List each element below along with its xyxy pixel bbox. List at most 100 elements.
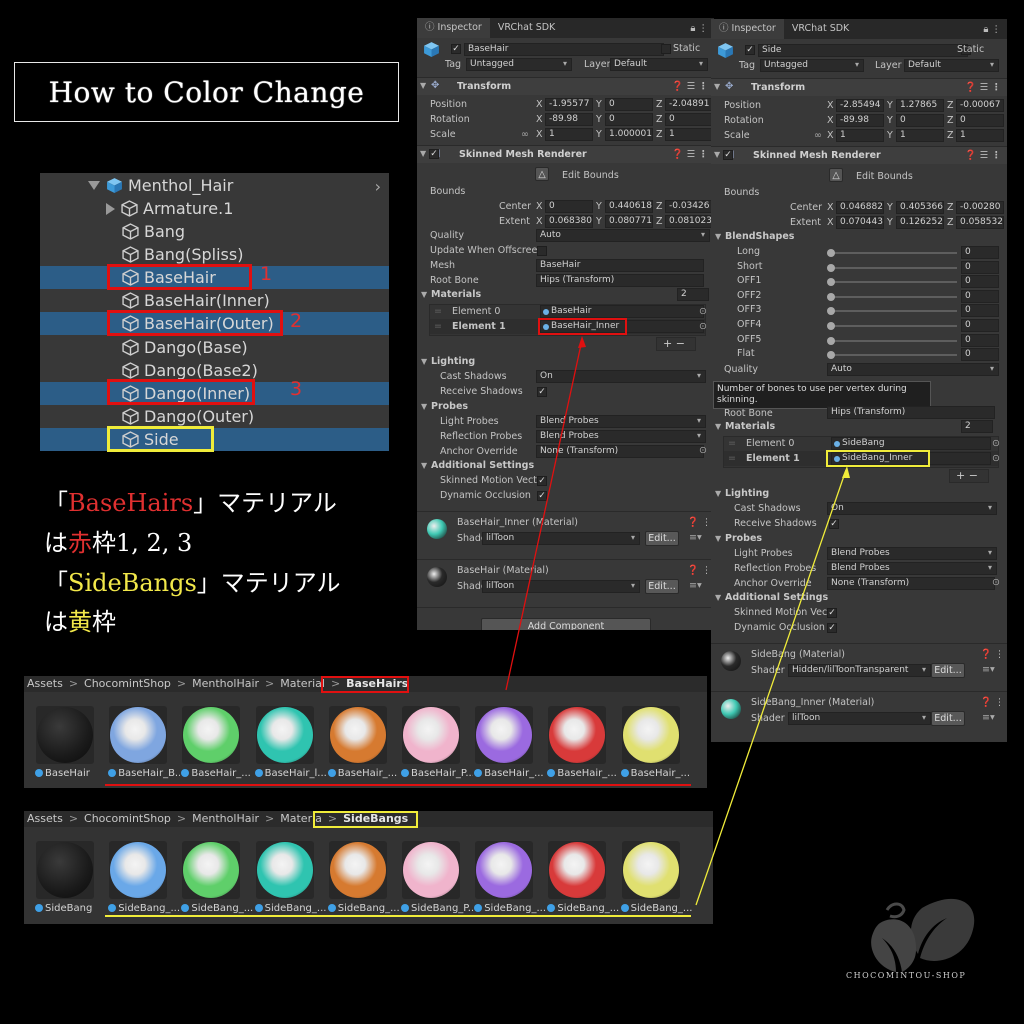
reflection-probes-dropdown[interactable]: Blend Probes (827, 562, 997, 575)
breadcrumb-item[interactable]: Material (280, 677, 325, 690)
vector-y-field[interactable]: 0 (896, 114, 944, 127)
material-asset-label[interactable]: SideBang_... (620, 903, 693, 914)
root-bone-field[interactable]: Hips (Transform) (827, 406, 995, 419)
help-icon[interactable]: ❓ ⋮ (980, 697, 1004, 708)
blendshape-value-field[interactable]: 0 (961, 289, 999, 303)
list-dropdown-icon[interactable]: ≡▾ (689, 580, 702, 591)
material-asset-label[interactable]: BaseHair (35, 768, 107, 779)
vector-y-field[interactable]: 0.440618 (605, 200, 653, 213)
layer-dropdown[interactable]: Default (904, 59, 999, 72)
list-dropdown-icon[interactable]: ≡▾ (982, 712, 995, 723)
drag-handle-icon[interactable]: = (728, 438, 736, 449)
quality-dropdown[interactable]: Auto (827, 363, 999, 376)
dropdown-arrow-icon[interactable]: ▾ (697, 416, 701, 425)
reflection-probes-dropdown[interactable]: Blend Probes (536, 430, 706, 443)
light-probes-dropdown[interactable]: Blend Probes (536, 415, 706, 428)
object-name-field[interactable]: BaseHair (464, 43, 664, 56)
dropdown-arrow-icon[interactable]: ▾ (563, 59, 567, 68)
object-picker-icon[interactable]: ⊙ (992, 577, 1000, 588)
vector-y-field[interactable]: 0.080771 (605, 215, 653, 228)
material-asset-label[interactable]: BaseHair_l... (254, 768, 327, 779)
vector-y-field[interactable]: 1.27865 (896, 99, 944, 112)
vector-z-field[interactable]: -0.00067 (956, 99, 1004, 112)
hierarchy-item[interactable]: Bang(Spliss) (40, 243, 389, 266)
skinned-motion-checkbox[interactable]: ✓ (827, 608, 837, 618)
material-asset-label[interactable]: SideBang_... (108, 903, 180, 914)
blendshape-slider-knob[interactable] (827, 249, 835, 257)
hierarchy-item[interactable]: Dango(Outer) (40, 405, 389, 428)
material-asset-label[interactable]: BaseHair_... (474, 768, 546, 779)
vector-y-field[interactable]: 0 (605, 113, 653, 126)
vector-z-field[interactable]: 0.058532 (956, 216, 1004, 229)
material-asset-label[interactable]: SideBang_P... (401, 903, 473, 914)
dropdown-arrow-icon[interactable]: ▾ (990, 364, 994, 373)
shader-edit-button[interactable]: Edit... (931, 663, 965, 678)
materials-count-field[interactable]: 2 (677, 288, 709, 301)
cast-shadows-dropdown[interactable]: On (536, 370, 706, 383)
material-asset-tile[interactable] (621, 841, 680, 899)
tag-dropdown[interactable]: Untagged (466, 58, 572, 71)
help-icon[interactable]: ❓ ⋮ (687, 565, 711, 576)
dropdown-arrow-icon[interactable]: ▾ (855, 60, 859, 69)
blendshape-value-field[interactable]: 0 (961, 275, 999, 289)
tab-vrchat-sdk[interactable]: VRChat SDK (490, 18, 563, 38)
dropdown-arrow-icon[interactable]: ▾ (990, 60, 994, 69)
quality-dropdown[interactable]: Auto (536, 229, 710, 242)
vector-z-field[interactable]: -0.00280 (956, 201, 1004, 214)
add-component-button[interactable]: Add Component (481, 618, 651, 630)
foldout-arrow-icon[interactable]: ▼ (420, 149, 426, 158)
shader-dropdown[interactable]: lilToon (482, 532, 640, 545)
blendshape-slider-knob[interactable] (827, 307, 835, 316)
foldout-arrow-icon[interactable]: ▼ (420, 81, 426, 90)
vector-y-field[interactable]: 0.405366 (896, 201, 944, 214)
breadcrumb-item[interactable]: MentholHair (192, 812, 259, 825)
anchor-override-field[interactable]: None (Transform) (827, 577, 995, 590)
hierarchy-item[interactable]: Armature.1 (40, 197, 389, 220)
object-picker-icon[interactable]: ⊙ (699, 445, 707, 456)
foldout-arrow-icon[interactable]: ▼ (715, 232, 721, 241)
list-dropdown-icon[interactable]: ≡▾ (689, 532, 702, 543)
vector-z-field[interactable]: 0 (956, 114, 1004, 127)
hierarchy-item[interactable]: Dango(Base) (40, 336, 389, 359)
dropdown-arrow-icon[interactable]: ▾ (988, 503, 992, 512)
dropdown-arrow-icon[interactable]: ▾ (922, 713, 926, 722)
material-asset-label[interactable]: BaseHair_... (620, 768, 693, 779)
shader-dropdown[interactable]: Hidden/lilToonTransparent (788, 664, 931, 677)
material-asset-tile[interactable] (255, 841, 314, 899)
link-icon[interactable]: ∞ (814, 130, 822, 141)
active-checkbox[interactable]: ✓ (745, 45, 755, 55)
object-picker-icon[interactable]: ⊙ (992, 453, 1000, 464)
hierarchy-item[interactable]: Menthol_Hair (40, 174, 389, 197)
vector-x-field[interactable]: -89.98 (836, 114, 884, 127)
material-asset-label[interactable]: BaseHair_... (547, 768, 619, 779)
object-picker-icon[interactable]: ⊙ (699, 306, 707, 317)
blendshape-slider-knob[interactable] (827, 336, 835, 345)
foldout-arrow-icon[interactable]: ▼ (421, 290, 427, 299)
foldout-arrow-icon[interactable]: ▼ (715, 534, 721, 543)
shader-edit-button[interactable]: Edit... (931, 711, 965, 726)
dropdown-arrow-icon[interactable]: ▾ (699, 59, 703, 68)
skinned-mesh-renderer-header[interactable]: ▼▣Skinned Mesh Renderer❓ ☰ ⋮ (711, 146, 1007, 164)
receive-shadows-checkbox[interactable]: ✓ (829, 519, 839, 529)
vector-x-field[interactable]: -2.85494 (836, 99, 884, 112)
foldout-arrow-icon[interactable]: ▼ (714, 150, 720, 159)
dropdown-arrow-icon[interactable]: ▾ (988, 548, 992, 557)
breadcrumb-item[interactable]: MentholHair (192, 677, 259, 690)
hierarchy-item[interactable]: BaseHair(Inner) (40, 289, 389, 312)
material-asset-tile[interactable] (402, 841, 460, 899)
skinned-motion-checkbox[interactable]: ✓ (537, 476, 547, 486)
material-asset-tile[interactable] (36, 841, 94, 899)
breadcrumb-item[interactable]: Assets (27, 677, 63, 690)
tab-inspector[interactable]: ⓘ Inspector (417, 18, 490, 38)
skinned-mesh-renderer-header[interactable]: ▼▣Skinned Mesh Renderer❓ ☰ ⋮ (417, 145, 714, 163)
foldout-arrow-icon[interactable]: ▼ (421, 402, 427, 411)
hierarchy-item[interactable]: Side (40, 428, 389, 451)
blendshape-slider-knob[interactable] (827, 263, 835, 272)
blendshape-slider-knob[interactable] (827, 322, 835, 330)
vector-x-field[interactable]: 1 (836, 129, 884, 142)
vector-x-field[interactable]: -1.95577 (545, 98, 593, 111)
material-asset-tile[interactable] (548, 706, 607, 764)
dropdown-arrow-icon[interactable]: ▾ (631, 533, 635, 542)
hierarchy-item[interactable]: Bang (40, 220, 389, 243)
shader-edit-button[interactable]: Edit... (645, 579, 679, 594)
